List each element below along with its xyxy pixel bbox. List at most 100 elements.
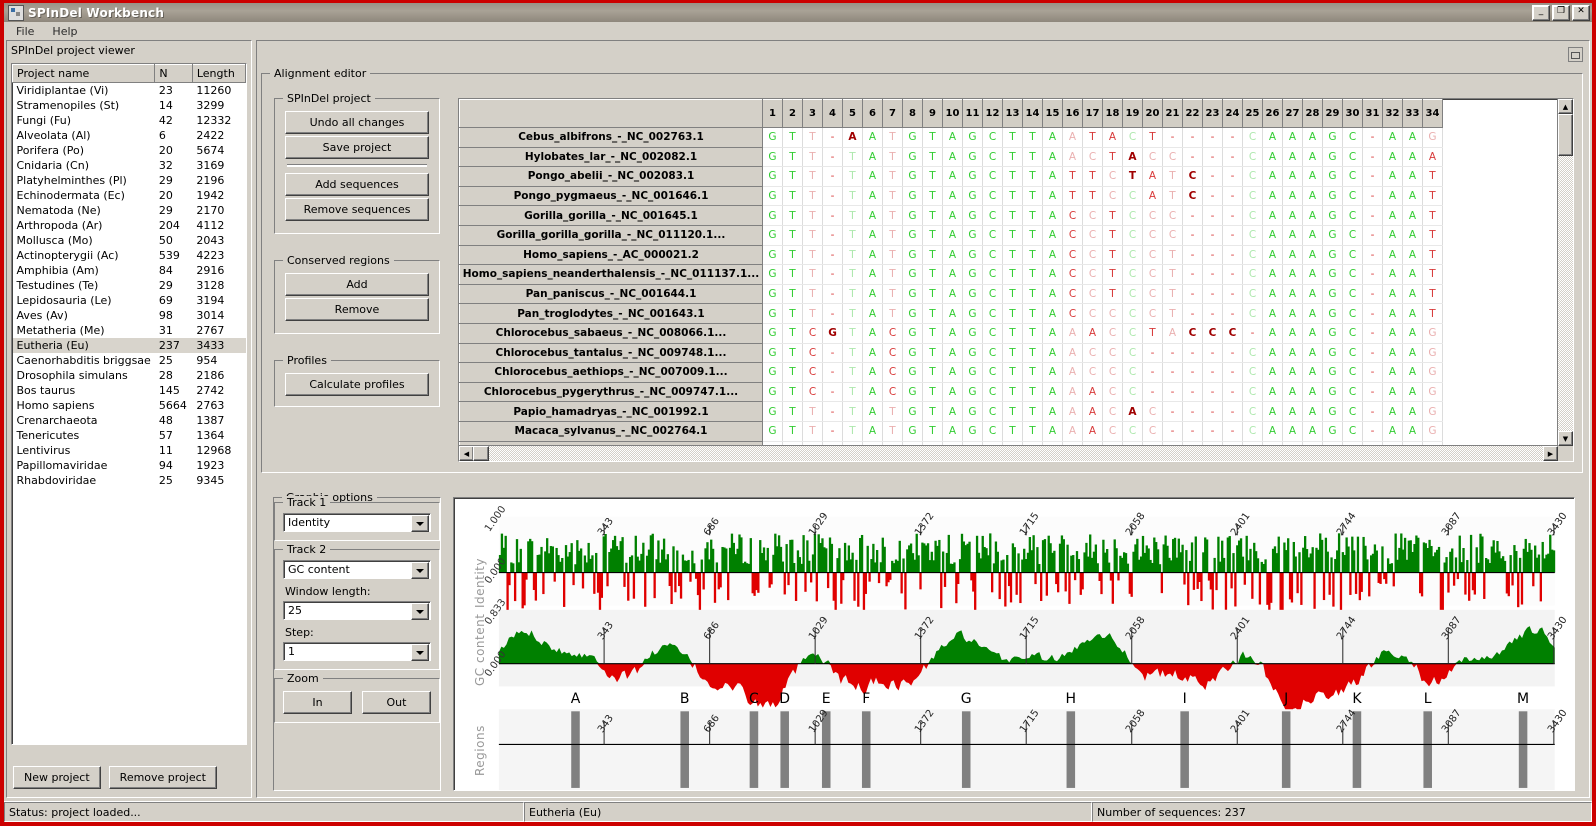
alignment-cell[interactable]: T [842, 323, 863, 344]
alignment-cell[interactable]: A [1282, 225, 1303, 246]
alignment-cell[interactable]: A [1302, 225, 1323, 246]
alignment-cell[interactable]: C [982, 245, 1003, 266]
zoom-out-button[interactable]: Out [362, 691, 431, 714]
alignment-cell[interactable]: T [1102, 284, 1123, 305]
alignment-cell[interactable]: T [1082, 127, 1103, 148]
alignment-cell[interactable]: A [1382, 147, 1403, 168]
alignment-cell[interactable]: A [1262, 343, 1283, 364]
alignment-cell[interactable]: - [1202, 147, 1223, 168]
alignment-cell[interactable]: T [882, 186, 903, 207]
alignment-cell[interactable]: - [822, 166, 843, 187]
alignment-position-header[interactable]: 5 [842, 99, 863, 128]
alignment-cell[interactable]: T [782, 343, 803, 364]
alignment-cell[interactable]: - [1202, 343, 1223, 364]
alignment-cell[interactable]: A [1262, 245, 1283, 266]
alignment-row[interactable]: Gorilla_gorilla_gorilla_-_NC_011120.1...… [459, 224, 1443, 246]
alignment-cell[interactable]: - [1362, 343, 1383, 364]
alignment-cell[interactable]: C [982, 362, 1003, 383]
minimize-button[interactable]: _ [1532, 5, 1550, 21]
alignment-cell[interactable]: C [1242, 245, 1263, 266]
alignment-cell[interactable]: - [822, 382, 843, 403]
project-row[interactable]: Cnidaria (Cn) 32 3169 [13, 158, 246, 173]
column-header-n[interactable]: N [154, 64, 193, 83]
alignment-cell[interactable]: A [1062, 343, 1083, 364]
alignment-cell[interactable]: A [1042, 245, 1063, 266]
alignment-position-header[interactable]: 8 [902, 99, 923, 128]
alignment-cell[interactable]: A [1282, 303, 1303, 324]
alignment-cell[interactable]: A [1302, 166, 1323, 187]
alignment-cell[interactable]: C [1122, 186, 1143, 207]
alignment-cell[interactable]: C [1162, 205, 1183, 226]
alignment-cell[interactable]: C [1062, 225, 1083, 246]
alignment-cell[interactable]: A [942, 127, 963, 148]
alignment-cell[interactable]: C [882, 323, 903, 344]
alignment-cell[interactable]: C [1242, 401, 1263, 422]
alignment-cell[interactable]: - [1182, 303, 1203, 324]
alignment-cell[interactable]: - [1222, 382, 1243, 403]
sequence-name[interactable]: Pan_paniscus_-_NC_001644.1 [459, 283, 763, 305]
alignment-cell[interactable]: T [1002, 225, 1023, 246]
alignment-row[interactable]: Pongo_pygmaeus_-_NC_001646.1 G T T - T A T G T A G C… [459, 185, 1443, 207]
alignment-cell[interactable]: T [1002, 303, 1023, 324]
alignment-cell[interactable]: T [882, 147, 903, 168]
chevron-down-icon[interactable] [411, 644, 429, 661]
alignment-cell[interactable]: T [842, 166, 863, 187]
alignment-cell[interactable]: A [1382, 264, 1403, 285]
alignment-cell[interactable]: A [942, 205, 963, 226]
alignment-cell[interactable]: A [862, 323, 883, 344]
chevron-down-icon[interactable] [411, 562, 429, 579]
alignment-cell[interactable]: A [1042, 205, 1063, 226]
undo-all-changes-button[interactable]: Undo all changes [285, 111, 429, 134]
alignment-cell[interactable]: C [1122, 205, 1143, 226]
alignment-cell[interactable]: T [802, 303, 823, 324]
alignment-cell[interactable]: C [802, 323, 823, 344]
alignment-cell[interactable]: G [762, 264, 783, 285]
alignment-cell[interactable]: C [1142, 284, 1163, 305]
alignment-cell[interactable]: A [1402, 421, 1423, 442]
alignment-cell[interactable]: C [1102, 303, 1123, 324]
alignment-cell[interactable]: T [802, 166, 823, 187]
alignment-cell[interactable]: G [1322, 421, 1343, 442]
alignment-cell[interactable]: T [922, 225, 943, 246]
alignment-cell[interactable]: T [782, 205, 803, 226]
alignment-cell[interactable]: A [1302, 362, 1323, 383]
alignment-cell[interactable]: T [1002, 205, 1023, 226]
alignment-cell[interactable]: A [1262, 264, 1283, 285]
alignment-cell[interactable]: C [1142, 205, 1163, 226]
alignment-cell[interactable]: G [1322, 186, 1343, 207]
alignment-cell[interactable]: G [962, 205, 983, 226]
alignment-cell[interactable]: G [762, 186, 783, 207]
alignment-cell[interactable]: C [1142, 264, 1163, 285]
alignment-cell[interactable]: G [1322, 343, 1343, 364]
alignment-position-header[interactable]: 12 [982, 99, 1003, 128]
alignment-cell[interactable]: G [962, 323, 983, 344]
alignment-cell[interactable]: T [1162, 245, 1183, 266]
alignment-cell[interactable]: T [1142, 127, 1163, 148]
alignment-cell[interactable]: - [1202, 127, 1223, 148]
alignment-cell[interactable]: C [1102, 186, 1123, 207]
alignment-cell[interactable]: T [1082, 166, 1103, 187]
alignment-cell[interactable]: T [1422, 205, 1443, 226]
alignment-cell[interactable]: T [1162, 303, 1183, 324]
alignment-cell[interactable]: G [762, 401, 783, 422]
alignment-cell[interactable]: C [982, 323, 1003, 344]
alignment-cell[interactable]: C [1242, 147, 1263, 168]
alignment-cell[interactable]: C [1142, 245, 1163, 266]
alignment-cell[interactable]: T [922, 421, 943, 442]
alignment-cell[interactable]: A [942, 284, 963, 305]
alignment-cell[interactable]: A [1142, 166, 1163, 187]
alignment-cell[interactable]: - [1202, 245, 1223, 266]
alignment-cell[interactable]: G [902, 303, 923, 324]
alignment-cell[interactable]: C [1122, 264, 1143, 285]
alignment-cell[interactable]: C [982, 303, 1003, 324]
scroll-down-button[interactable]: ▼ [1558, 431, 1573, 446]
sequence-name[interactable]: Gorilla_gorilla_-_NC_001645.1 [459, 205, 763, 226]
maximize-button[interactable]: ❐ [1552, 5, 1570, 21]
alignment-cell[interactable]: A [862, 225, 883, 246]
alignment-cell[interactable]: T [1422, 264, 1443, 285]
alignment-cell[interactable]: T [1422, 166, 1443, 187]
alignment-cell[interactable]: T [922, 401, 943, 422]
alignment-cell[interactable]: A [1282, 401, 1303, 422]
alignment-cell[interactable]: A [1042, 127, 1063, 148]
chevron-down-icon[interactable] [411, 603, 429, 620]
